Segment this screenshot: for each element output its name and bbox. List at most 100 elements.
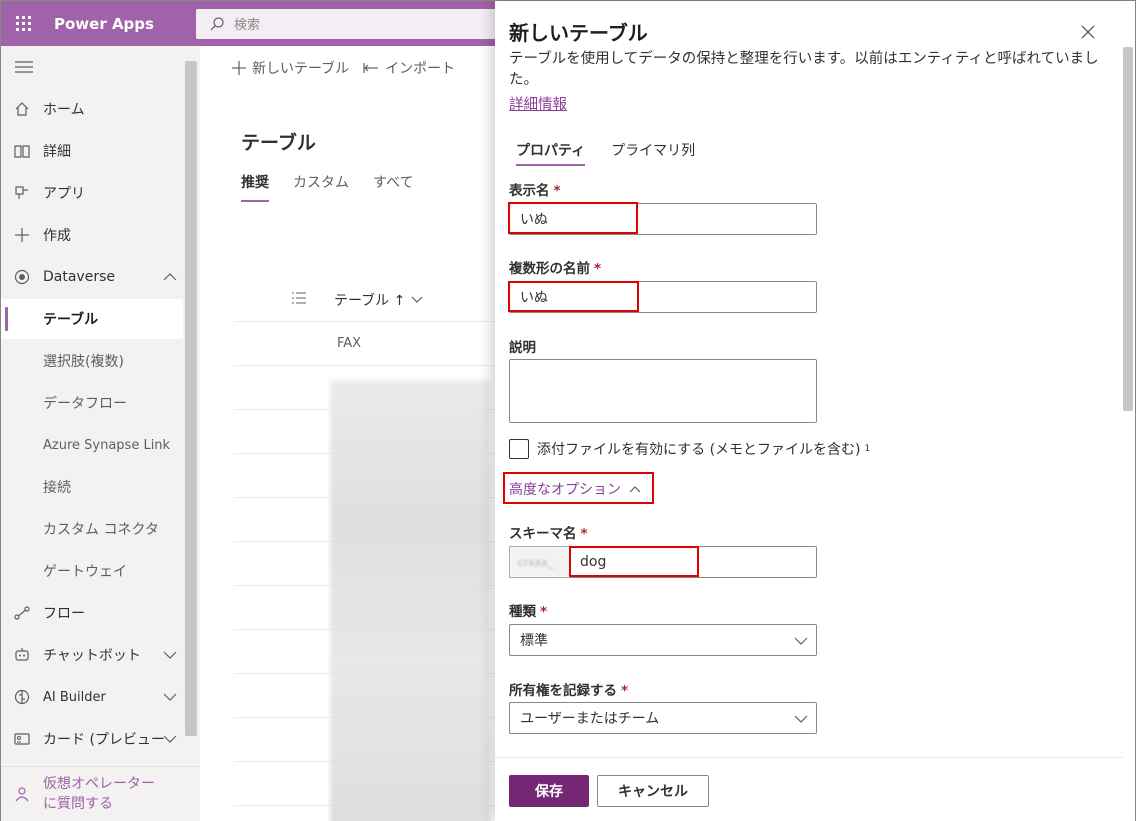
left-navigation: ホーム 詳細 アプリ 作成 Dataverse テーブル 選択肢(複数) データ… [1,46,200,821]
nav-label: ゲートウェイ [43,564,127,580]
nav-label: フロー [43,606,85,622]
nav-label: Azure Synapse Link [43,437,171,453]
search-box[interactable]: 検索 [196,8,506,39]
chevron-down-icon [794,633,808,649]
panel-title: 新しいテーブル [509,21,648,45]
tab-recommended[interactable]: 推奨 [241,172,269,202]
tab-all[interactable]: すべて [373,172,413,202]
virtual-agent-link[interactable]: 仮想オペレーター に質問する [1,766,200,821]
nav-label: Dataverse [43,269,115,285]
import-command[interactable]: インポート [363,58,455,78]
nav-item-ai-builder[interactable]: AI Builder [1,677,183,717]
panel-description: テーブルを使用してデータの保持と整理を行います。以前はエンティティと呼ばれていま… [509,51,1099,88]
plus-icon [1,227,43,243]
nav-item-custom-connectors[interactable]: カスタム コネクタ [1,509,183,549]
command-bar: 新しいテーブル インポート [200,46,495,90]
cancel-button[interactable]: キャンセル [597,775,709,807]
new-table-panel: 新しいテーブル テーブルを使用してデータの保持と整理を行います。以前はエンティテ… [495,1,1135,821]
chevron-down-icon[interactable] [163,647,177,663]
brain-icon [1,689,43,705]
schema-name-label: スキーマ名 * [509,526,588,542]
grid-header: テーブル ↑ [234,278,495,322]
plus-icon [232,61,246,75]
display-name-label: 表示名 * [509,183,561,199]
type-label: 種類 * [509,604,548,620]
import-icon [363,63,379,73]
panel-footer: 保存 キャンセル [495,757,1123,821]
ownership-label: 所有権を記録する * [509,683,629,699]
nav-item-learn[interactable]: 詳細 [1,131,183,171]
learn-more-link[interactable]: 詳細情報 [509,93,567,114]
advanced-options-toggle[interactable]: 高度なオプション [509,479,641,499]
tab-custom[interactable]: カスタム [293,172,349,202]
nav-label: 選択肢(複数) [43,354,124,370]
nav-item-flows[interactable]: フロー [1,593,183,633]
table-row-name: FAX [337,336,362,351]
nav-label: カスタム コネクタ [43,522,159,538]
nav-label: テーブル [43,312,99,328]
nav-label: 詳細 [43,144,71,160]
new-table-command[interactable]: 新しいテーブル [232,58,349,78]
flow-icon [1,605,43,621]
close-icon[interactable] [1077,21,1099,43]
dataverse-icon [1,269,43,285]
card-icon [1,731,43,747]
nav-item-tables[interactable]: テーブル [1,299,183,339]
chevron-down-icon[interactable] [411,296,423,303]
type-dropdown[interactable]: 標準 [509,624,817,656]
nav-label: データフロー [43,396,127,412]
nav-item-connections[interactable]: 接続 [1,467,183,507]
chevron-up-icon[interactable] [163,269,177,285]
app-name[interactable]: Power Apps [54,15,196,33]
description-textarea[interactable] [509,359,817,423]
home-icon [1,101,43,117]
nav-item-dataverse[interactable]: Dataverse [1,257,183,297]
table-column-header[interactable]: テーブル ↑ [334,290,405,310]
advanced-options-label: 高度なオプション [509,482,621,498]
nav-scrollbar[interactable] [185,61,197,736]
panel-scrollbar[interactable] [1123,47,1133,411]
attachments-checkbox-row[interactable]: 添付ファイルを有効にする (メモとファイルを含む) 1 [509,439,870,459]
nav-item-create[interactable]: 作成 [1,215,183,255]
nav-label: 作成 [43,228,71,244]
blurred-table-names [330,380,490,821]
nav-item-apps[interactable]: アプリ [1,173,183,213]
tab-primary-column[interactable]: プライマリ列 [611,140,695,166]
nav-item-home[interactable]: ホーム [1,89,183,129]
nav-item-chatbots[interactable]: チャットボット [1,635,183,675]
apps-icon [1,185,43,201]
tables-page: テーブル 推奨 カスタム すべて テーブル ↑ FAX [200,90,495,821]
bot-icon [1,647,43,663]
nav-label: AI Builder [43,689,106,705]
nav-item-synapse-link[interactable]: Azure Synapse Link [1,425,183,465]
display-name-input[interactable]: いぬ [509,203,817,235]
chevron-down-icon [794,711,808,727]
nav-label: カード (プレビュー [43,732,165,748]
chevron-down-icon[interactable] [163,731,177,747]
list-icon[interactable] [292,292,306,308]
schema-prefix: crxxx_ [510,547,570,577]
virtual-agent-line1: 仮想オペレーター [43,776,155,792]
table-row[interactable]: FAX [234,322,495,366]
plural-name-input[interactable]: いぬ [509,281,817,313]
ownership-dropdown[interactable]: ユーザーまたはチーム [509,702,817,734]
nav-item-cards[interactable]: カード (プレビュー [1,719,183,759]
footnote-mark: 1 [864,444,871,454]
tab-properties[interactable]: プロパティ [516,140,586,166]
save-button[interactable]: 保存 [509,775,589,807]
main-area: 新しいテーブル インポート テーブル 推奨 カスタム すべて テーブル ↑ FA… [200,46,495,821]
nav-item-dataflows[interactable]: データフロー [1,383,183,423]
hamburger-icon[interactable] [15,60,33,78]
attachments-checkbox[interactable] [509,439,529,459]
attachments-label: 添付ファイルを有効にする (メモとファイルを含む) [537,442,861,458]
nav-item-choices[interactable]: 選択肢(複数) [1,341,183,381]
chevron-down-icon[interactable] [163,690,177,705]
table-filter-tabs: 推奨 カスタム すべて [241,172,413,202]
virtual-agent-line2: に質問する [43,796,113,812]
app-launcher-icon[interactable] [1,1,46,46]
nav-item-gateways[interactable]: ゲートウェイ [1,551,183,591]
plural-name-label: 複数形の名前 * [509,261,602,277]
import-label: インポート [385,61,456,77]
page-title: テーブル [241,132,316,154]
nav-label: チャットボット [43,648,141,664]
